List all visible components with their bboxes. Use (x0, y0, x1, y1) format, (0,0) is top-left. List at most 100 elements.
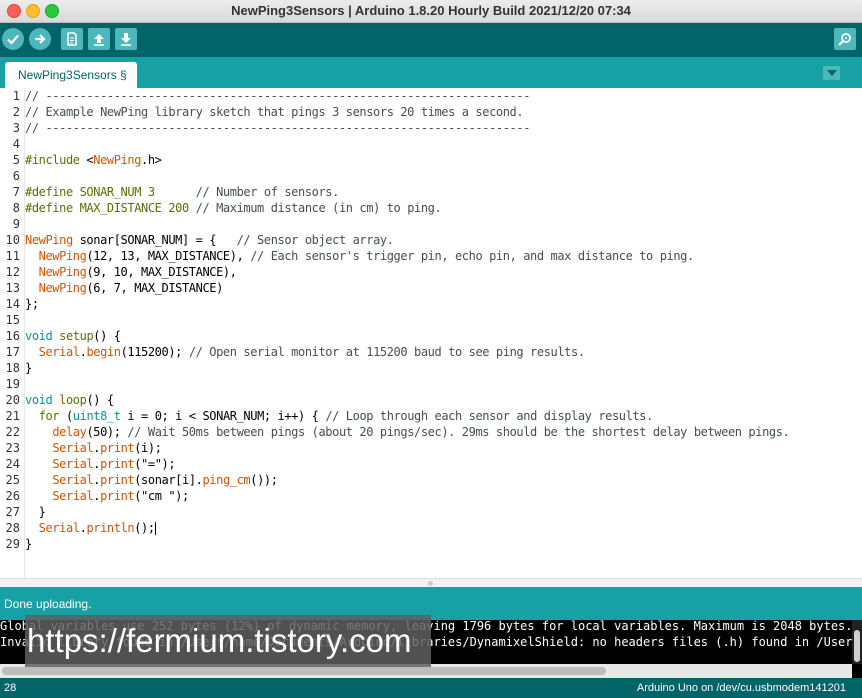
code-area[interactable]: // -------------------------------------… (25, 88, 855, 578)
code-line[interactable]: void loop() { (25, 392, 114, 408)
code-line[interactable]: } (25, 504, 46, 520)
code-token: // Loop through each sensor and display … (325, 409, 653, 423)
tab-newping3sensors[interactable]: NewPing3Sensors § (5, 62, 137, 88)
line-number: 22 (5, 425, 20, 439)
status-message: Done uploading. (4, 597, 92, 611)
code-token: } (25, 537, 32, 551)
code-token: (sonar[i]. (134, 473, 203, 487)
code-token: print (100, 473, 135, 487)
code-line[interactable]: NewPing(6, 7, MAX_DISTANCE) (25, 280, 224, 296)
scrollbar-thumb[interactable] (854, 630, 860, 662)
code-token: Serial (52, 441, 94, 455)
code-token: #define MAX_DISTANCE 200 (25, 201, 196, 215)
line-number: 8 (12, 201, 20, 215)
code-token: ()); (250, 473, 278, 487)
save-button[interactable] (115, 28, 137, 50)
code-line[interactable]: NewPing(12, 13, MAX_DISTANCE), // Each s… (25, 248, 695, 264)
code-token: NewPing (38, 249, 87, 263)
code-line[interactable]: } (25, 536, 32, 552)
board-port-info: Arduino Uno on /dev/cu.usbmodem141201 (636, 682, 846, 694)
code-line[interactable]: // -------------------------------------… (25, 88, 530, 104)
line-number: 16 (5, 329, 20, 343)
code-line[interactable]: Serial.print(i); (25, 440, 162, 456)
code-token: // Sensor object array. (236, 233, 394, 247)
code-token: // -------------------------------------… (25, 121, 531, 135)
line-number: 25 (5, 473, 20, 487)
line-number: 21 (5, 409, 20, 423)
arrow-right-icon (35, 34, 46, 44)
code-line[interactable]: for (uint8_t i = 0; i < SONAR_NUM; i++) … (25, 408, 654, 424)
code-token: (9, 10, MAX_DISTANCE), (86, 265, 237, 279)
code-line[interactable]: // Example NewPing library sketch that p… (25, 104, 524, 120)
toolbar (0, 23, 862, 57)
code-line[interactable]: Serial.print("cm "); (25, 488, 189, 504)
code-line[interactable]: #define MAX_DISTANCE 200 // Maximum dist… (25, 200, 442, 216)
code-token: (50); (86, 425, 128, 439)
code-line[interactable]: delay(50); // Wait 50ms between pings (a… (25, 424, 789, 440)
code-token: Serial (52, 473, 94, 487)
window-title: NewPing3Sensors | Arduino 1.8.20 Hourly … (231, 3, 631, 18)
code-line[interactable]: } (25, 360, 32, 376)
code-line[interactable]: Serial.print(sonar[i].ping_cm()); (25, 472, 278, 488)
verify-button[interactable] (2, 28, 24, 50)
line-number: 20 (5, 393, 20, 407)
serial-monitor-button[interactable] (834, 28, 856, 50)
code-token: Serial (52, 457, 94, 471)
console-vertical-scrollbar[interactable] (852, 620, 862, 664)
code-token: print (100, 441, 135, 455)
code-token: println (86, 521, 135, 535)
code-token: (i); (134, 441, 162, 455)
tab-bar: NewPing3Sensors § (0, 57, 862, 88)
code-token: print (100, 489, 135, 503)
new-sketch-button[interactable] (61, 28, 83, 50)
code-token: ("="); (134, 457, 176, 471)
line-number: 15 (5, 313, 20, 327)
code-token: Serial (52, 489, 94, 503)
code-token: } (25, 505, 46, 519)
title-bar: NewPing3Sensors | Arduino 1.8.20 Hourly … (0, 0, 862, 23)
code-token: for (38, 409, 60, 423)
line-number: 18 (5, 361, 20, 375)
current-line-number: 28 (4, 682, 17, 694)
line-number: 10 (5, 233, 20, 247)
line-number: 9 (12, 217, 20, 231)
code-token: (6, 7, MAX_DISTANCE) (86, 281, 223, 295)
line-number: 27 (5, 505, 20, 519)
tab-menu-button[interactable] (823, 66, 840, 80)
code-token: // -------------------------------------… (25, 89, 531, 103)
line-number: 26 (5, 489, 20, 503)
line-number: 4 (12, 137, 20, 151)
chevron-down-icon (826, 70, 837, 76)
code-line[interactable]: // -------------------------------------… (25, 120, 530, 136)
open-button[interactable] (88, 28, 110, 50)
code-line[interactable]: }; (25, 296, 39, 312)
code-line[interactable]: NewPing sonar[SONAR_NUM] = { // Sensor o… (25, 232, 394, 248)
code-token: ping_cm (202, 473, 251, 487)
upload-button[interactable] (29, 28, 51, 50)
code-token: Serial (38, 521, 80, 535)
line-number: 17 (5, 345, 20, 359)
code-line[interactable]: Serial.println(); (25, 520, 156, 536)
code-token: } (25, 361, 32, 375)
code-line[interactable]: Serial.print("="); (25, 456, 175, 472)
code-token: // Number of sensors. (195, 185, 340, 199)
line-number: 12 (5, 265, 20, 279)
code-line[interactable]: #include <NewPing.h> (25, 152, 162, 168)
line-number: 5 (12, 153, 20, 167)
code-token: () { (86, 393, 114, 407)
code-line[interactable]: #define SONAR_NUM 3 // Number of sensors… (25, 184, 339, 200)
line-number: 28 (5, 521, 20, 535)
code-editor[interactable]: 1 2 3 4 5 6 7 8 9 10 11 12 13 14 15 16 17 18 19 20 21 22 23 24 2… (0, 88, 862, 578)
scrollbar-thumb[interactable] (2, 667, 606, 675)
code-line[interactable]: Serial.begin(115200); // Open serial mon… (25, 344, 585, 360)
code-line[interactable]: NewPing(9, 10, MAX_DISTANCE), (25, 264, 237, 280)
code-token: // Maximum distance (in cm) to ping. (195, 201, 442, 215)
code-line[interactable]: void setup() { (25, 328, 121, 344)
code-token: void (25, 329, 53, 343)
